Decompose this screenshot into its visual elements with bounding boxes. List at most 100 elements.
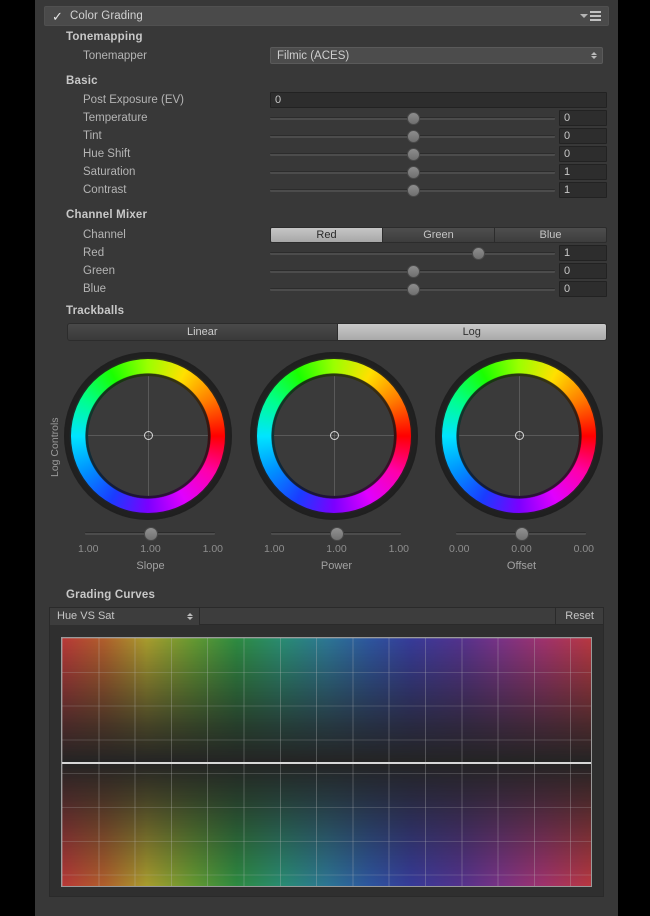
channel-selector[interactable]: Red Green Blue xyxy=(270,227,607,243)
tonemapper-dropdown[interactable]: Filmic (ACES) xyxy=(270,47,603,64)
tint-value[interactable]: 0 xyxy=(559,128,607,144)
saturation-value[interactable]: 1 xyxy=(559,164,607,180)
mix-red-slider[interactable] xyxy=(270,245,555,261)
offset-slider[interactable] xyxy=(456,527,586,541)
power-value-b: 1.00 xyxy=(388,543,409,555)
slope-values: 1.00 1.00 1.00 xyxy=(78,543,223,555)
power-value-g: 1.00 xyxy=(326,543,347,555)
mix-red-value[interactable]: 1 xyxy=(559,245,607,261)
saturation-label: Saturation xyxy=(83,166,136,178)
slope-value-r: 1.00 xyxy=(78,543,99,555)
row-mix-red: Red xyxy=(83,245,104,261)
color-grading-inspector-panel: ✓ Color Grading Tonemapping Tonemapper F… xyxy=(35,0,618,916)
row-mix-green: Green xyxy=(83,263,115,279)
offset-value-b: 0.00 xyxy=(573,543,594,555)
mix-blue-slider[interactable] xyxy=(270,281,555,297)
curve-reset-button[interactable]: Reset xyxy=(555,607,603,625)
tonemapper-value: Filmic (ACES) xyxy=(277,49,350,62)
enable-checkbox[interactable]: ✓ xyxy=(51,10,64,23)
grading-curves-panel: Hue VS Sat Reset xyxy=(49,607,604,897)
temperature-value[interactable]: 0 xyxy=(559,110,607,126)
updown-arrows-icon xyxy=(591,52,597,59)
row-hue-shift: Hue Shift xyxy=(83,146,130,162)
trackball-cursor[interactable] xyxy=(330,431,339,440)
trackball-cursor[interactable] xyxy=(144,431,153,440)
curve-toolbar: Hue VS Sat Reset xyxy=(50,607,603,625)
offset-value-r: 0.00 xyxy=(449,543,470,555)
slider-handle[interactable] xyxy=(406,283,420,296)
offset-values: 0.00 0.00 0.00 xyxy=(449,543,594,555)
chevron-down-icon xyxy=(580,14,588,18)
mix-blue-value[interactable]: 0 xyxy=(559,281,607,297)
row-tonemapper: Tonemapper xyxy=(83,48,147,64)
slider-handle[interactable] xyxy=(472,247,486,260)
mix-green-value[interactable]: 0 xyxy=(559,263,607,279)
power-name: Power xyxy=(320,560,353,572)
log-controls-side-label: Log Controls xyxy=(49,417,61,477)
slider-handle[interactable] xyxy=(406,148,420,161)
slider-handle[interactable] xyxy=(144,527,158,541)
post-exposure-input[interactable]: 0 xyxy=(270,92,607,108)
post-exposure-label: Post Exposure (EV) xyxy=(83,94,184,106)
trackball-cursor[interactable] xyxy=(515,431,524,440)
trackball-mode-linear[interactable]: Linear xyxy=(67,323,338,341)
hamburger-icon xyxy=(590,11,601,21)
slider-track xyxy=(270,252,555,255)
mix-red-label: Red xyxy=(83,247,105,259)
mix-green-label: Green xyxy=(83,265,115,277)
hue-shift-slider[interactable] xyxy=(270,146,555,162)
section-trackballs: Trackballs xyxy=(66,305,125,317)
temperature-label: Temperature xyxy=(83,112,148,124)
mix-green-slider[interactable] xyxy=(270,263,555,279)
curve-type-value: Hue VS Sat xyxy=(57,610,115,622)
section-channel-mixer: Channel Mixer xyxy=(66,209,148,221)
preset-menu-icon[interactable] xyxy=(580,11,601,21)
contrast-label: Contrast xyxy=(83,184,127,196)
slider-handle[interactable] xyxy=(406,265,420,278)
curve-editor-grid[interactable] xyxy=(61,637,592,887)
power-value-r: 1.00 xyxy=(264,543,285,555)
row-contrast: Contrast xyxy=(83,182,126,198)
contrast-slider[interactable] xyxy=(270,182,555,198)
trackball-mode-selector[interactable]: Linear Log xyxy=(67,323,607,341)
tint-slider[interactable] xyxy=(270,128,555,144)
channel-tab-red[interactable]: Red xyxy=(270,227,383,243)
slider-handle[interactable] xyxy=(406,112,420,125)
section-basic: Basic xyxy=(66,75,98,87)
slider-handle[interactable] xyxy=(406,130,420,143)
saturation-slider[interactable] xyxy=(270,164,555,180)
offset-value-g: 0.00 xyxy=(511,543,532,555)
tint-label: Tint xyxy=(83,130,102,142)
contrast-value[interactable]: 1 xyxy=(559,182,607,198)
tonemapper-label: Tonemapper xyxy=(83,50,147,62)
temperature-slider[interactable] xyxy=(270,110,555,126)
section-tonemapping: Tonemapping xyxy=(66,31,143,43)
row-temperature: Temperature xyxy=(83,110,148,126)
hue-shift-value[interactable]: 0 xyxy=(559,146,607,162)
slider-handle[interactable] xyxy=(406,166,420,179)
channel-tab-green[interactable]: Green xyxy=(383,227,495,243)
slope-value-g: 1.00 xyxy=(140,543,161,555)
slider-handle[interactable] xyxy=(515,527,529,541)
page-title: Color Grading xyxy=(70,10,143,22)
channel-tab-blue[interactable]: Blue xyxy=(495,227,607,243)
curve-line[interactable] xyxy=(62,762,591,764)
component-header[interactable]: ✓ Color Grading xyxy=(44,6,609,26)
channel-label: Channel xyxy=(83,229,126,241)
row-post-exposure: Post Exposure (EV) xyxy=(83,92,184,108)
slope-slider[interactable] xyxy=(85,527,215,541)
slider-handle[interactable] xyxy=(406,184,420,197)
row-channel: Channel xyxy=(83,227,126,243)
power-values: 1.00 1.00 1.00 xyxy=(264,543,409,555)
offset-name: Offset xyxy=(506,560,537,572)
section-grading-curves: Grading Curves xyxy=(66,589,156,601)
slope-name: Slope xyxy=(136,560,165,572)
slope-value-b: 1.00 xyxy=(202,543,223,555)
slider-handle[interactable] xyxy=(330,527,344,541)
power-slider[interactable] xyxy=(271,527,401,541)
row-saturation: Saturation xyxy=(83,164,135,180)
row-tint: Tint xyxy=(83,128,102,144)
screen: ✓ Color Grading Tonemapping Tonemapper F… xyxy=(0,0,650,916)
curve-type-dropdown[interactable]: Hue VS Sat xyxy=(50,607,200,625)
trackball-mode-log[interactable]: Log xyxy=(337,323,607,341)
